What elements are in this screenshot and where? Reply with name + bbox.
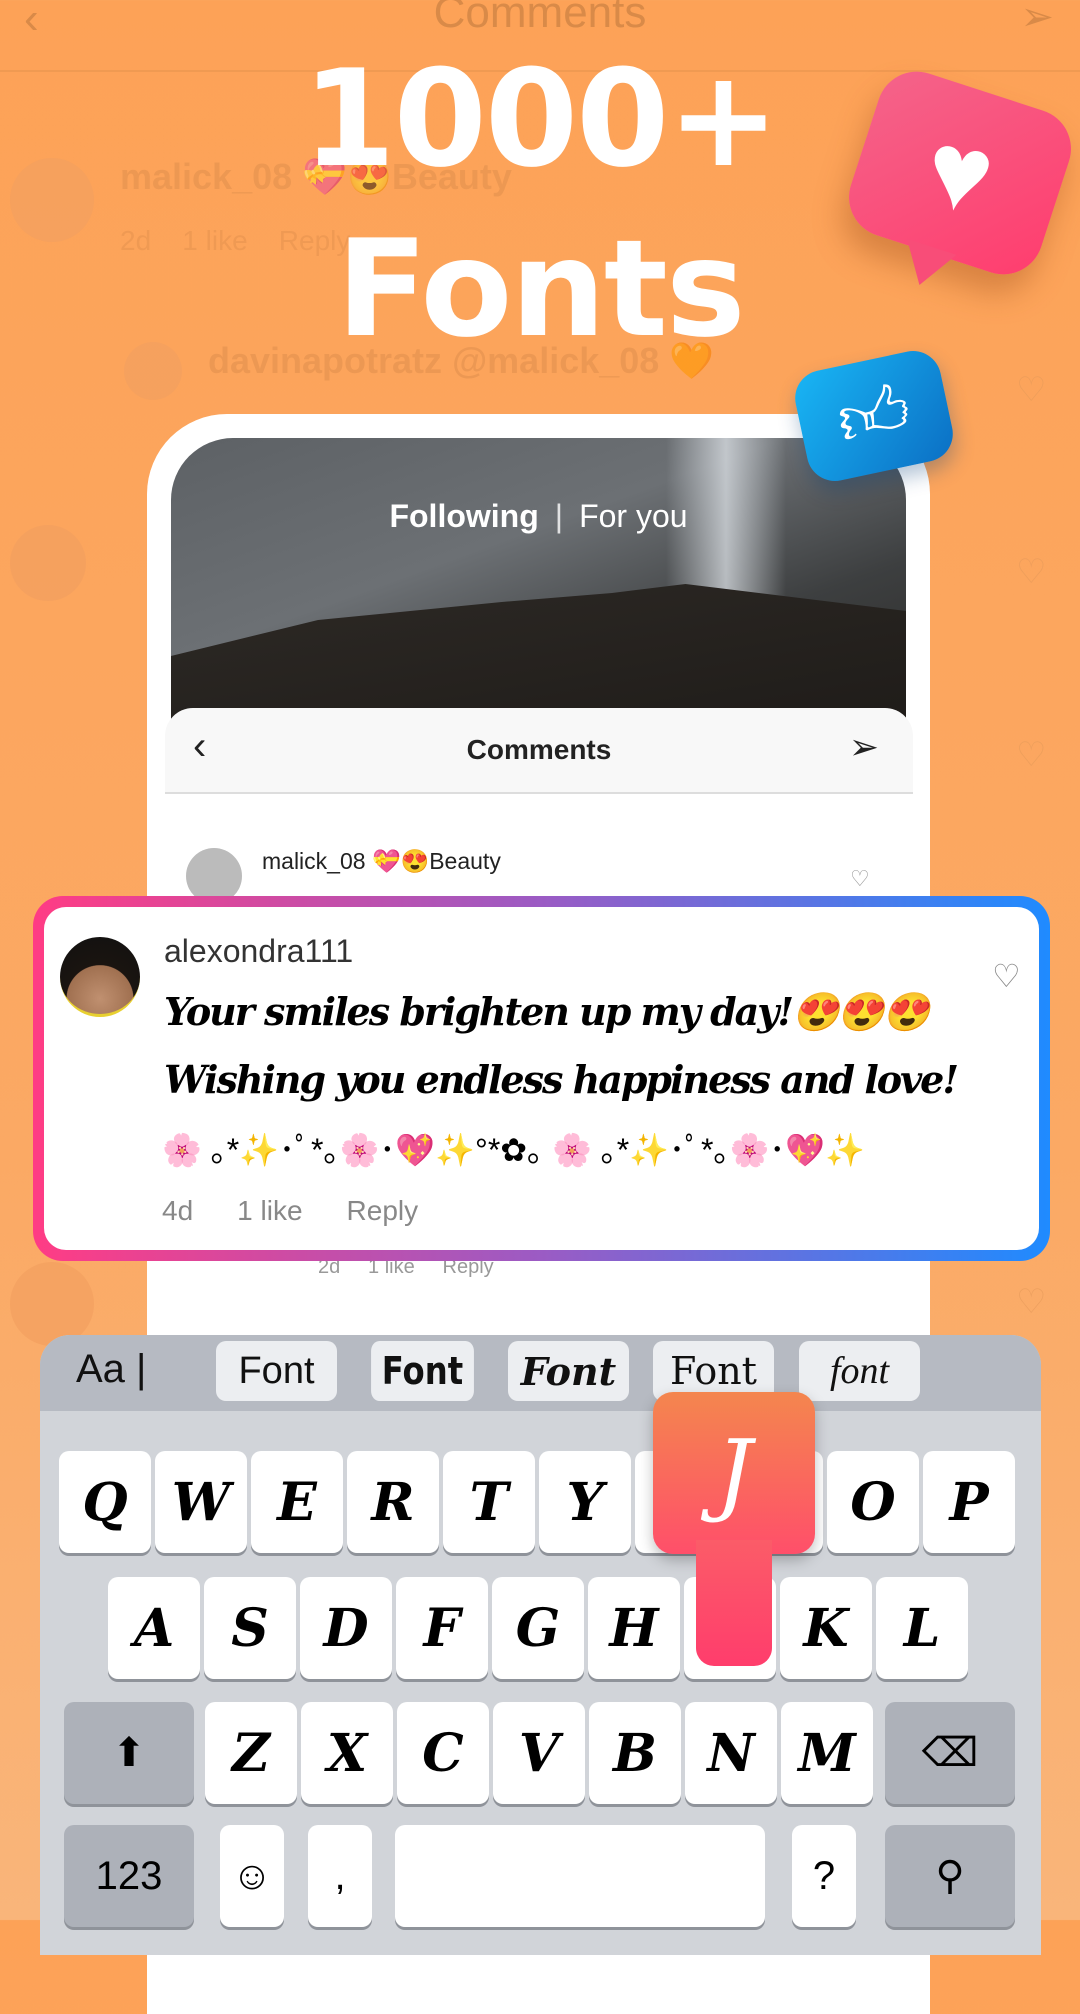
send-icon: ➢ [1020, 0, 1054, 39]
font-option[interactable]: Font [508, 1341, 629, 1401]
avatar [60, 937, 140, 1017]
heart-outline-icon[interactable]: ♡ [992, 957, 1021, 995]
key-r[interactable]: R [347, 1451, 439, 1553]
key-e[interactable]: E [251, 1451, 343, 1553]
key-popup-letter: J [715, 1420, 753, 1526]
comment-likes[interactable]: 1 like [237, 1195, 302, 1226]
key-g[interactable]: G [492, 1577, 584, 1679]
font-option[interactable]: Font [216, 1341, 337, 1401]
comments-title: Comments [466, 734, 612, 765]
key-b[interactable]: B [589, 1702, 681, 1804]
feed-tabs: Following | For you [171, 498, 906, 535]
keyboard: Aa | Font Font Font Font font QWERTYUIOP… [40, 1335, 1041, 1955]
key-l[interactable]: L [876, 1577, 968, 1679]
heart-outline-icon[interactable]: ♡ [850, 866, 870, 892]
emoji-key[interactable]: ☺ [220, 1825, 284, 1927]
question-key[interactable]: ? [792, 1825, 856, 1927]
key-t[interactable]: T [443, 1451, 535, 1553]
thumbs-up-icon: 👍︎ [829, 369, 918, 461]
comment-line: Your smiles brighten up my day!😍😍😍 [164, 989, 930, 1034]
heart-outline-icon: ♡ [1016, 371, 1047, 409]
tab-separator: | [554, 498, 564, 534]
comment-decoration: 🌸 ｡*✨･ﾟ*｡🌸･💖✨°*✿｡ 🌸 ｡*✨･ﾟ*｡🌸･💖✨ [162, 1132, 865, 1168]
tab-following[interactable]: Following [389, 498, 538, 534]
key-c[interactable]: C [397, 1702, 489, 1804]
key-q[interactable]: Q [59, 1451, 151, 1553]
key-a[interactable]: A [108, 1577, 200, 1679]
background-title: Comments [433, 0, 647, 37]
key-f[interactable]: F [396, 1577, 488, 1679]
key-h[interactable]: H [588, 1577, 680, 1679]
shift-key[interactable]: ⬆ [64, 1702, 194, 1804]
send-icon[interactable]: ➢ [849, 726, 879, 768]
tab-for-you[interactable]: For you [579, 498, 687, 534]
key-k[interactable]: K [780, 1577, 872, 1679]
key-x[interactable]: X [301, 1702, 393, 1804]
comments-header: ‹ Comments ➢ [165, 708, 913, 794]
comment-meta: 4d 1 like Reply [162, 1195, 462, 1227]
thumbs-up-badge: 👍︎ [789, 345, 959, 487]
comment-text: 💝😍Beauty [371, 848, 501, 874]
video-preview [171, 438, 906, 728]
avatar [10, 1262, 94, 1346]
delete-key[interactable]: ⌫ [885, 1702, 1015, 1804]
comment-line: Wishing you endless happiness and love! [164, 1057, 959, 1102]
key-m[interactable]: M [781, 1702, 873, 1804]
key-v[interactable]: V [493, 1702, 585, 1804]
key-p[interactable]: P [923, 1451, 1015, 1553]
key-z[interactable]: Z [205, 1702, 297, 1804]
heart-outline-icon: ♡ [1016, 553, 1047, 591]
avatar [10, 525, 86, 601]
heart-icon: ♥ [917, 106, 1003, 239]
comment-user: alexondra111 [164, 933, 354, 969]
heart-outline-icon: ♡ [1016, 1283, 1047, 1321]
numbers-key[interactable]: 123 [64, 1825, 194, 1927]
space-key[interactable] [395, 1825, 765, 1927]
key-d[interactable]: D [300, 1577, 392, 1679]
comment-user: malick_08 [262, 848, 366, 874]
font-option[interactable]: font [799, 1341, 920, 1401]
font-selector-bar: Aa | Font Font Font Font font [40, 1335, 1041, 1411]
key-y[interactable]: Y [539, 1451, 631, 1553]
key-popup: J [653, 1392, 815, 1554]
comma-key[interactable]: , [308, 1825, 372, 1927]
text-preview[interactable]: Aa | [76, 1347, 146, 1392]
comment-time: 4d [162, 1195, 194, 1226]
search-key[interactable]: ⚲ [885, 1825, 1015, 1927]
highlighted-comment-card: alexondra111 Your smiles brighten up my … [33, 896, 1050, 1261]
comment-row: malick_08 💝😍Beauty [262, 848, 501, 875]
key-o[interactable]: O [827, 1451, 919, 1553]
reply-link[interactable]: Reply [347, 1195, 419, 1226]
key-w[interactable]: W [155, 1451, 247, 1553]
font-option[interactable]: Font [371, 1341, 474, 1401]
key-s[interactable]: S [204, 1577, 296, 1679]
key-n[interactable]: N [685, 1702, 777, 1804]
key-popup-stem [696, 1540, 772, 1666]
heart-outline-icon: ♡ [1016, 736, 1047, 774]
